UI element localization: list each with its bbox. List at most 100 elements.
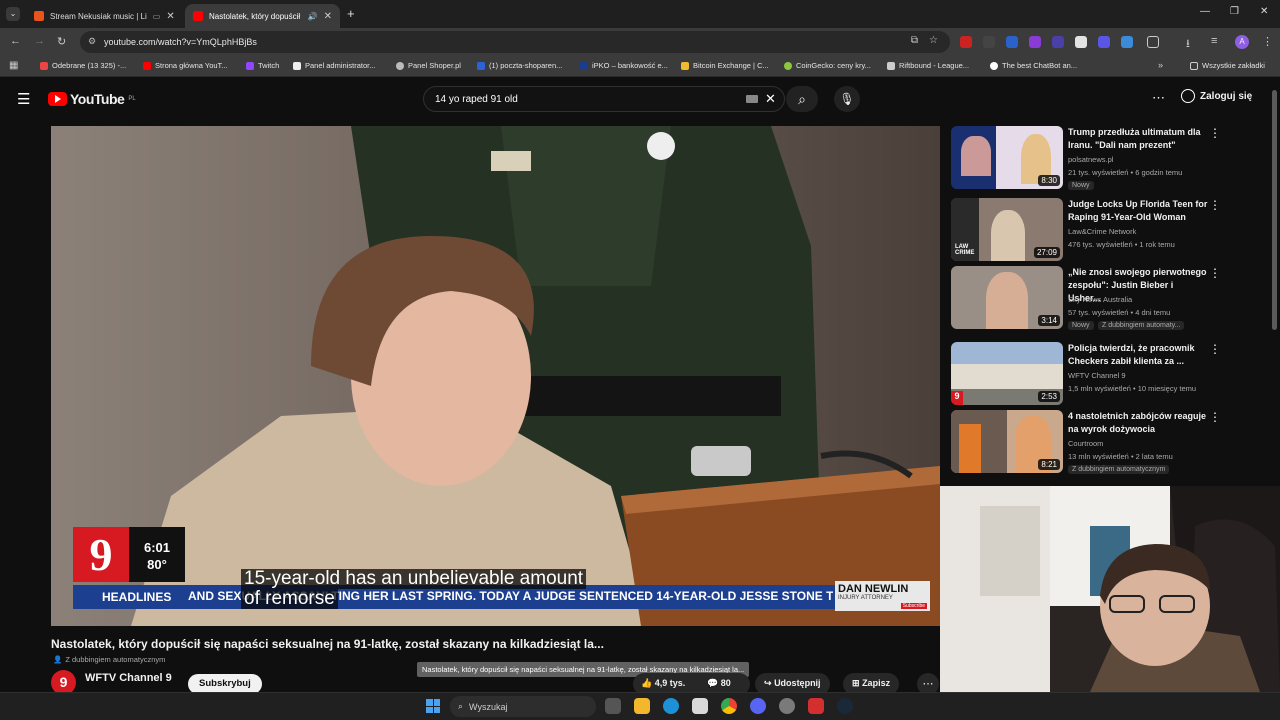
broadcast-temp: 80° bbox=[147, 557, 167, 572]
cast-icon[interactable]: ⧉ bbox=[911, 35, 918, 46]
extension-icon[interactable] bbox=[983, 36, 995, 48]
search-button[interactable]: ⌕ bbox=[786, 86, 818, 112]
keyboard-icon[interactable] bbox=[746, 95, 758, 103]
recommendation-channel: Sky News Australia bbox=[1068, 295, 1133, 304]
app-icon[interactable] bbox=[779, 698, 795, 714]
extensions-puzzle-icon[interactable] bbox=[1147, 36, 1159, 48]
store-icon[interactable] bbox=[692, 698, 708, 714]
video-thumbnail[interactable]: 8:30 bbox=[951, 126, 1063, 189]
recommendation-channel: Courtroom bbox=[1068, 439, 1104, 448]
edge-icon[interactable] bbox=[663, 698, 679, 714]
streamer-webcam bbox=[940, 486, 1280, 692]
recommendation-menu-icon[interactable]: ⋮ bbox=[1209, 198, 1221, 212]
hamburger-menu-icon[interactable]: ☰ bbox=[17, 90, 30, 108]
bookmark-item[interactable]: iPKO – bankowość e... bbox=[580, 61, 668, 70]
search-icon: ⌕ bbox=[458, 701, 464, 711]
tab-current-video[interactable]: Nastolatek, który dopuścił s 🔊 ✕ bbox=[185, 4, 340, 28]
forward-icon[interactable]: → bbox=[34, 35, 45, 47]
apps-grid-icon[interactable]: ▦ bbox=[9, 60, 18, 71]
tab-close-icon[interactable]: ✕ bbox=[324, 11, 332, 22]
browser-menu-icon[interactable]: ⋮ bbox=[1262, 35, 1273, 48]
video-duration: 2:53 bbox=[1038, 391, 1060, 402]
bookmark-item[interactable]: (1) poczta-shoparen... bbox=[477, 61, 562, 70]
bookmark-item[interactable]: Twitch bbox=[246, 61, 279, 70]
bookmark-item[interactable]: Riftbound - League... bbox=[887, 61, 969, 70]
bookmark-item[interactable]: Panel administrator... bbox=[293, 61, 375, 70]
profile-avatar[interactable]: A bbox=[1235, 35, 1249, 49]
new-tab-button[interactable]: + bbox=[347, 6, 355, 21]
recommendation-item[interactable]: 9 2:53 Policja twierdzi, że pracownik Ch… bbox=[951, 342, 1251, 406]
subscribe-button[interactable]: Subskrybuj bbox=[188, 674, 262, 694]
downloads-icon[interactable]: ⭳ bbox=[1186, 35, 1190, 54]
extension-icon[interactable] bbox=[1121, 36, 1133, 48]
windows-start-icon[interactable] bbox=[426, 699, 440, 713]
file-explorer-icon[interactable] bbox=[634, 698, 650, 714]
extension-icon[interactable] bbox=[1029, 36, 1041, 48]
taskbar-search-input[interactable]: ⌕ Wyszukaj bbox=[450, 696, 596, 717]
tab-search-button[interactable]: ⌄ bbox=[6, 7, 20, 21]
tab-stream[interactable]: Stream Nekusiak music | Li ▭ ✕ bbox=[26, 4, 181, 28]
address-bar[interactable]: ⚙ youtube.com/watch?v=YmQLphHBjBs ⧉ ☆ bbox=[80, 31, 950, 53]
reload-icon[interactable]: ↻ bbox=[57, 35, 66, 48]
recommendation-menu-icon[interactable]: ⋮ bbox=[1209, 410, 1221, 424]
close-window-icon[interactable]: ✕ bbox=[1260, 6, 1268, 17]
webcam-frame bbox=[940, 486, 1280, 692]
tab-close-icon[interactable]: ✕ bbox=[166, 11, 174, 22]
video-thumbnail[interactable]: 8:21 bbox=[951, 410, 1063, 473]
recommendation-item[interactable]: 8:21 4 nastoletnich zabójców reaguje na … bbox=[951, 410, 1251, 474]
extension-icon[interactable] bbox=[1006, 36, 1018, 48]
like-button[interactable]: 👍 4,9 tys. bbox=[641, 678, 685, 689]
bookmark-item[interactable]: CoinGecko: ceny kry... bbox=[784, 61, 871, 70]
thumbs-up-icon: 👍 bbox=[641, 678, 653, 688]
browser-toolbar: ← → ↻ ⚙ youtube.com/watch?v=YmQLphHBjBs … bbox=[0, 28, 1280, 56]
bookmark-item[interactable]: Strona główna YouT... bbox=[143, 61, 228, 70]
bookmark-item[interactable]: The best ChatBot an... bbox=[990, 61, 1077, 70]
app-icon[interactable] bbox=[808, 698, 824, 714]
extension-icon[interactable] bbox=[960, 36, 972, 48]
bookmark-item[interactable]: Bitcoin Exchange | C... bbox=[681, 61, 769, 70]
recommendation-menu-icon[interactable]: ⋮ bbox=[1209, 126, 1221, 140]
recommendation-item[interactable]: 3:14 „Nie znosi swojego pierwotnego zesp… bbox=[951, 266, 1251, 330]
task-view-icon[interactable] bbox=[605, 698, 621, 714]
search-input[interactable]: 14 yo raped 91 old ✕ bbox=[423, 86, 785, 112]
video-duration: 27:09 bbox=[1033, 247, 1060, 258]
extension-icon[interactable] bbox=[1075, 36, 1087, 48]
speaker-icon[interactable]: 🔊 bbox=[308, 12, 318, 21]
page-scrollbar[interactable] bbox=[1272, 90, 1277, 330]
restore-icon[interactable]: ❐ bbox=[1230, 6, 1239, 17]
video-player[interactable]: 9 6:01 80° HEADLINES AND SEXUALLY ASSAUL… bbox=[51, 126, 940, 626]
youtube-logo[interactable]: YouTube PL bbox=[48, 91, 136, 107]
extension-icon[interactable] bbox=[1052, 36, 1064, 48]
recommendation-menu-icon[interactable]: ⋮ bbox=[1209, 266, 1221, 280]
channel-name[interactable]: WFTV Channel 9 bbox=[85, 672, 172, 684]
video-thumbnail[interactable]: 3:14 bbox=[951, 266, 1063, 329]
reading-list-icon[interactable]: ≡ bbox=[1211, 35, 1217, 47]
steam-icon[interactable] bbox=[837, 698, 853, 714]
video-duration: 8:30 bbox=[1038, 175, 1060, 186]
chrome-icon[interactable] bbox=[721, 698, 737, 714]
recommendation-menu-icon[interactable]: ⋮ bbox=[1209, 342, 1221, 356]
more-bookmarks-icon[interactable]: » bbox=[1158, 60, 1163, 70]
discord-icon[interactable] bbox=[750, 698, 766, 714]
youtube-header: ☰ YouTube PL 14 yo raped 91 old ✕ ⌕ 🎙 ⋯ … bbox=[0, 77, 1280, 121]
share-icon: ↪ bbox=[764, 678, 772, 688]
bookmark-item[interactable]: Odebrane (13 325) -... bbox=[40, 61, 126, 70]
all-bookmarks-folder[interactable]: Wszystkie zakładki bbox=[1190, 61, 1265, 70]
recommendation-item[interactable]: LAW CRIME 27:09 Judge Locks Up Florida Te… bbox=[951, 198, 1251, 262]
bookmark-star-icon[interactable]: ☆ bbox=[929, 35, 938, 46]
sign-in-button[interactable]: Zaloguj się bbox=[1181, 89, 1252, 103]
comments-button[interactable]: 💬 80 bbox=[707, 678, 731, 689]
tab-title: Stream Nekusiak music | Li bbox=[50, 11, 147, 21]
video-thumbnail[interactable]: LAW CRIME 27:09 bbox=[951, 198, 1063, 261]
settings-more-icon[interactable]: ⋯ bbox=[1152, 90, 1165, 106]
video-thumbnail[interactable]: 9 2:53 bbox=[951, 342, 1063, 405]
clear-search-icon[interactable]: ✕ bbox=[765, 91, 776, 107]
extension-icon[interactable] bbox=[1098, 36, 1110, 48]
bookmark-item[interactable]: Panel Shoper.pl bbox=[396, 61, 461, 70]
back-icon[interactable]: ← bbox=[10, 35, 21, 47]
recommendation-item[interactable]: 8:30 Trump przedłuża ultimatum dla Iranu… bbox=[951, 126, 1251, 190]
voice-search-icon[interactable]: 🎙 bbox=[834, 86, 860, 112]
site-info-icon[interactable]: ⚙ bbox=[88, 36, 96, 47]
minimize-icon[interactable]: — bbox=[1200, 6, 1210, 17]
account-icon bbox=[1181, 89, 1195, 103]
